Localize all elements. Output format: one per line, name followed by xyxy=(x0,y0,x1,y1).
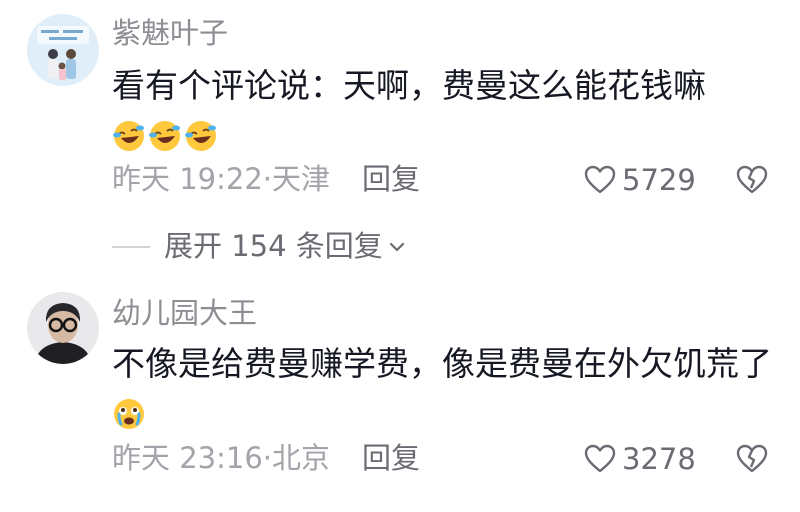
expand-replies-label: 展开 154 条回复 xyxy=(164,229,383,263)
heart-icon xyxy=(584,444,616,473)
heart-icon xyxy=(584,165,616,194)
comment-meta: 昨天 19:22·天津 xyxy=(112,162,331,196)
divider xyxy=(112,245,150,248)
like-button[interactable]: 5729 xyxy=(584,165,696,195)
like-count: 3278 xyxy=(622,441,696,476)
dislike-button[interactable] xyxy=(736,444,768,474)
avatar[interactable] xyxy=(27,14,99,86)
username[interactable]: 紫魅叶子 xyxy=(112,19,228,48)
avatar[interactable] xyxy=(27,292,99,364)
teary-face-emoji xyxy=(114,399,144,429)
laugh-cry-emoji xyxy=(185,121,216,151)
comment-text-body: 看有个评论说：天啊，费曼这么能花钱嘛 xyxy=(112,66,706,105)
username[interactable]: 幼儿园大王 xyxy=(112,299,257,328)
reply-button[interactable]: 回复 xyxy=(362,165,420,194)
like-button[interactable]: 3278 xyxy=(584,444,696,474)
expand-replies-button[interactable]: 展开 154 条回复 xyxy=(112,232,407,261)
comment-meta: 昨天 23:16·北京 xyxy=(112,441,331,475)
comment-text-body: 不像是给费曼赚学费，像是费曼在外欠饥荒了 xyxy=(112,344,772,383)
broken-heart-icon xyxy=(736,165,768,194)
laugh-cry-emoji xyxy=(113,121,144,151)
comment-text: 不像是给费曼赚学费，像是费曼在外欠饥荒了 xyxy=(112,338,772,442)
comment-text: 看有个评论说：天啊，费曼这么能花钱嘛 xyxy=(112,60,772,164)
broken-heart-icon xyxy=(736,444,768,473)
like-count: 5729 xyxy=(622,162,696,197)
chevron-down-icon xyxy=(389,242,404,251)
dislike-button[interactable] xyxy=(736,165,768,195)
reply-button[interactable]: 回复 xyxy=(362,444,420,473)
laugh-cry-emoji xyxy=(149,121,180,151)
